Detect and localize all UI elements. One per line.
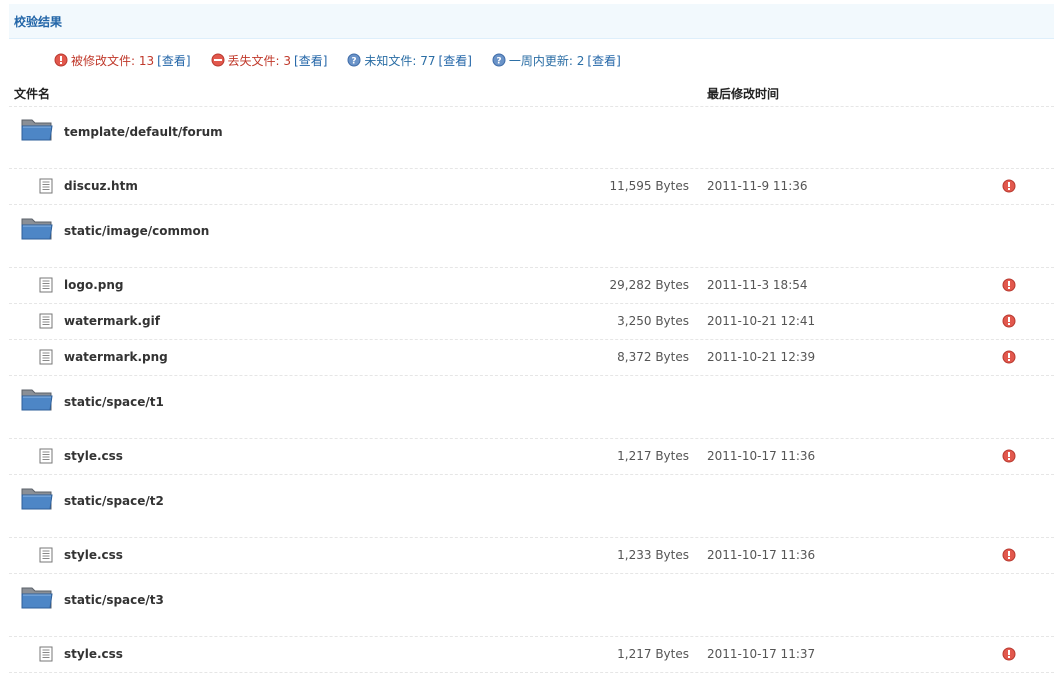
- file-row: style.css 1,217 Bytes 2011-10-17 11:36: [9, 439, 1054, 475]
- page-title: 校验结果: [14, 15, 63, 29]
- file-size: 29,282 Bytes: [609, 278, 689, 292]
- folder-row: template/default/forum: [9, 106, 1054, 169]
- file-name: style.css: [64, 548, 123, 562]
- view-modified-link[interactable]: [查看]: [157, 52, 190, 69]
- view-missing-link[interactable]: [查看]: [294, 52, 327, 69]
- file-size: 1,217 Bytes: [617, 647, 689, 661]
- file-modified-time: 2011-11-9 11:36: [707, 179, 808, 193]
- file-size: 3,250 Bytes: [617, 314, 689, 328]
- file-row: watermark.gif 3,250 Bytes 2011-10-21 12:41: [9, 304, 1054, 340]
- file-row: discuz.htm 11,595 Bytes 2011-11-9 11:36: [9, 169, 1054, 205]
- question-icon: ?: [492, 53, 506, 67]
- table-header: 文件名 最后修改时间: [9, 82, 1054, 107]
- view-weekly-link[interactable]: [查看]: [587, 52, 620, 69]
- file-icon: [39, 178, 53, 197]
- error-icon: [1002, 314, 1016, 331]
- modified-count: 被修改文件: 13: [71, 53, 155, 68]
- file-name: logo.png: [64, 278, 124, 292]
- folder-icon: [21, 215, 53, 244]
- file-size: 1,217 Bytes: [617, 449, 689, 463]
- unknown-count: 未知文件: 77: [364, 53, 436, 68]
- file-name: discuz.htm: [64, 179, 138, 193]
- file-name: watermark.png: [64, 350, 168, 364]
- error-icon: [1002, 179, 1016, 196]
- file-row: watermark.png 8,372 Bytes 2011-10-21 12:39: [9, 340, 1054, 376]
- file-modified-time: 2011-10-17 11:36: [707, 449, 816, 463]
- folder-path: static/image/common: [64, 224, 210, 238]
- file-size: 11,595 Bytes: [609, 179, 689, 193]
- svg-text:?: ?: [496, 57, 501, 67]
- file-icon: [39, 646, 53, 665]
- error-icon: [1002, 647, 1016, 664]
- summary-weekly: ? 一周内更新: 2 [查看]: [492, 52, 621, 69]
- folder-icon: [21, 386, 53, 415]
- error-icon: [1002, 548, 1016, 565]
- weekly-count: 一周内更新: 2: [508, 53, 585, 68]
- summary-modified: 被修改文件: 13 [查看]: [54, 52, 191, 69]
- question-icon: ?: [347, 53, 361, 67]
- file-icon: [39, 349, 53, 368]
- error-icon: [1002, 350, 1016, 367]
- file-modified-time: 2011-10-21 12:41: [707, 314, 816, 328]
- summary-unknown: ? 未知文件: 77 [查看]: [347, 52, 472, 69]
- folder-path: static/space/t1: [64, 395, 164, 409]
- file-size: 8,372 Bytes: [617, 350, 689, 364]
- error-icon: [54, 53, 68, 67]
- file-row: logo.png 29,282 Bytes 2011-11-3 18:54: [9, 268, 1054, 304]
- folder-row: static/space/t3: [9, 574, 1054, 637]
- folder-row: static/image/common: [9, 205, 1054, 268]
- file-row: style.css 1,217 Bytes 2011-10-17 11:37: [9, 637, 1054, 673]
- column-header-name: 文件名: [14, 87, 51, 101]
- svg-text:?: ?: [352, 57, 357, 67]
- file-row: style.css 1,233 Bytes 2011-10-17 11:36: [9, 538, 1054, 574]
- folder-icon: [21, 116, 53, 145]
- folder-icon: [21, 584, 53, 613]
- missing-count: 丢失文件: 3: [227, 53, 292, 68]
- folder-row: static/space/t1: [9, 376, 1054, 439]
- file-name: style.css: [64, 449, 123, 463]
- file-icon: [39, 547, 53, 566]
- summary-missing: 丢失文件: 3 [查看]: [211, 52, 327, 69]
- folder-path: template/default/forum: [64, 125, 223, 139]
- view-unknown-link[interactable]: [查看]: [439, 52, 472, 69]
- file-icon: [39, 277, 53, 296]
- column-header-modified-time: 最后修改时间: [707, 87, 780, 101]
- error-icon: [1002, 449, 1016, 466]
- folder-icon: [21, 485, 53, 514]
- file-modified-time: 2011-10-17 11:37: [707, 647, 816, 661]
- file-name: watermark.gif: [64, 314, 160, 328]
- minus-icon: [211, 53, 225, 67]
- file-modified-time: 2011-10-21 12:39: [707, 350, 816, 364]
- title-bar: 校验结果: [9, 4, 1054, 39]
- folder-path: static/space/t3: [64, 593, 164, 607]
- folder-row: static/space/t2: [9, 475, 1054, 538]
- folder-path: static/space/t2: [64, 494, 164, 508]
- summary-bar: 被修改文件: 13 [查看] 丢失文件: 3 [查看] ? 未知文件: 77 […: [54, 51, 641, 69]
- file-size: 1,233 Bytes: [617, 548, 689, 562]
- file-icon: [39, 313, 53, 332]
- file-icon: [39, 448, 53, 467]
- file-name: style.css: [64, 647, 123, 661]
- file-modified-time: 2011-10-17 11:36: [707, 548, 816, 562]
- error-icon: [1002, 278, 1016, 295]
- file-modified-time: 2011-11-3 18:54: [707, 278, 808, 292]
